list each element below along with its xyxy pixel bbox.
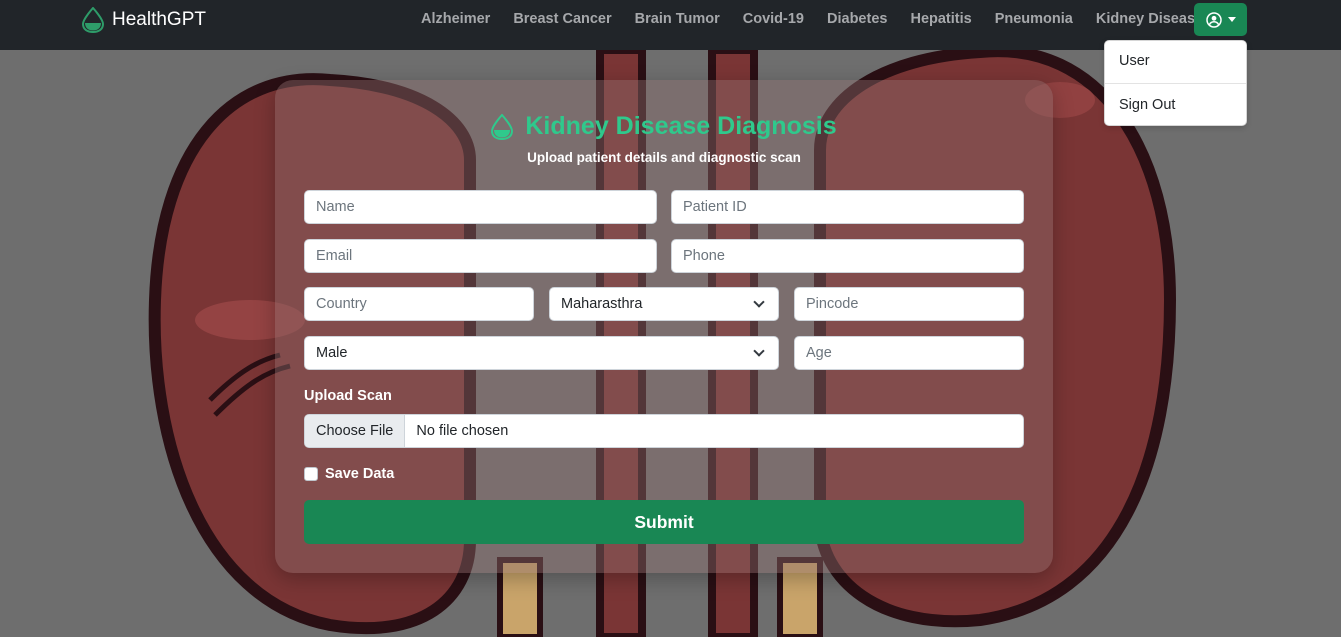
state-select[interactable]: Maharasthra	[549, 287, 779, 321]
pincode-field[interactable]	[794, 287, 1024, 321]
age-field[interactable]	[794, 336, 1024, 370]
pincode-input[interactable]	[806, 296, 1012, 312]
patient-id-input[interactable]	[683, 199, 1012, 215]
gender-select-value: Male	[316, 345, 348, 361]
dropdown-divider	[1105, 83, 1246, 84]
dropdown-item-user[interactable]: User	[1119, 53, 1150, 69]
gender-select[interactable]: Male	[304, 336, 779, 370]
chevron-down-icon	[753, 296, 765, 308]
scan-file-input[interactable]: Choose File No file chosen	[304, 414, 1024, 448]
nav-link-kidney-disease[interactable]: Kidney Disease	[1096, 11, 1203, 29]
user-circle-icon	[1205, 11, 1222, 28]
nav-links: Alzheimer Breast Cancer Brain Tumor Covi…	[421, 11, 1203, 29]
nav-link-breast-cancer[interactable]: Breast Cancer	[513, 11, 611, 29]
brand-name: HealthGPT	[112, 9, 206, 30]
email-field[interactable]	[304, 239, 657, 273]
email-input[interactable]	[316, 248, 645, 264]
patient-id-field[interactable]	[671, 190, 1024, 224]
nav-link-pneumonia[interactable]: Pneumonia	[995, 11, 1073, 29]
diagnosis-form-card: Kidney Disease Diagnosis Upload patient …	[275, 80, 1053, 573]
nav-link-covid-19[interactable]: Covid-19	[743, 11, 804, 29]
name-input[interactable]	[316, 199, 645, 215]
phone-input[interactable]	[683, 248, 1012, 264]
nav-link-brain-tumor[interactable]: Brain Tumor	[635, 11, 720, 29]
nav-link-diabetes[interactable]: Diabetes	[827, 11, 887, 29]
caret-down-icon	[1227, 17, 1236, 22]
phone-field[interactable]	[671, 239, 1024, 273]
page-title: Kidney Disease Diagnosis	[525, 112, 837, 140]
brand-link[interactable]: HealthGPT	[82, 6, 206, 34]
save-data-checkbox[interactable]	[304, 467, 318, 481]
age-input[interactable]	[806, 345, 1012, 361]
chevron-down-icon	[753, 345, 765, 357]
save-data-row: Save Data	[304, 466, 394, 482]
dropdown-item-sign-out[interactable]: Sign Out	[1119, 97, 1175, 113]
form-header: Kidney Disease Diagnosis	[275, 112, 1053, 141]
country-field[interactable]	[304, 287, 534, 321]
nav-link-hepatitis[interactable]: Hepatitis	[910, 11, 971, 29]
user-menu-button[interactable]	[1194, 3, 1247, 36]
upload-scan-label: Upload Scan	[304, 388, 392, 404]
state-select-value: Maharasthra	[561, 296, 643, 312]
nav-link-alzheimer[interactable]: Alzheimer	[421, 11, 490, 29]
save-data-label[interactable]: Save Data	[325, 466, 394, 482]
page-subtitle: Upload patient details and diagnostic sc…	[527, 150, 801, 165]
submit-button[interactable]: Submit	[304, 500, 1024, 544]
country-input[interactable]	[316, 296, 522, 312]
file-status-text: No file chosen	[416, 423, 509, 439]
drop-icon	[491, 113, 514, 140]
name-field[interactable]	[304, 190, 657, 224]
drop-icon	[82, 7, 104, 33]
user-dropdown-menu: User Sign Out	[1104, 40, 1247, 126]
choose-file-button[interactable]: Choose File	[305, 415, 406, 447]
